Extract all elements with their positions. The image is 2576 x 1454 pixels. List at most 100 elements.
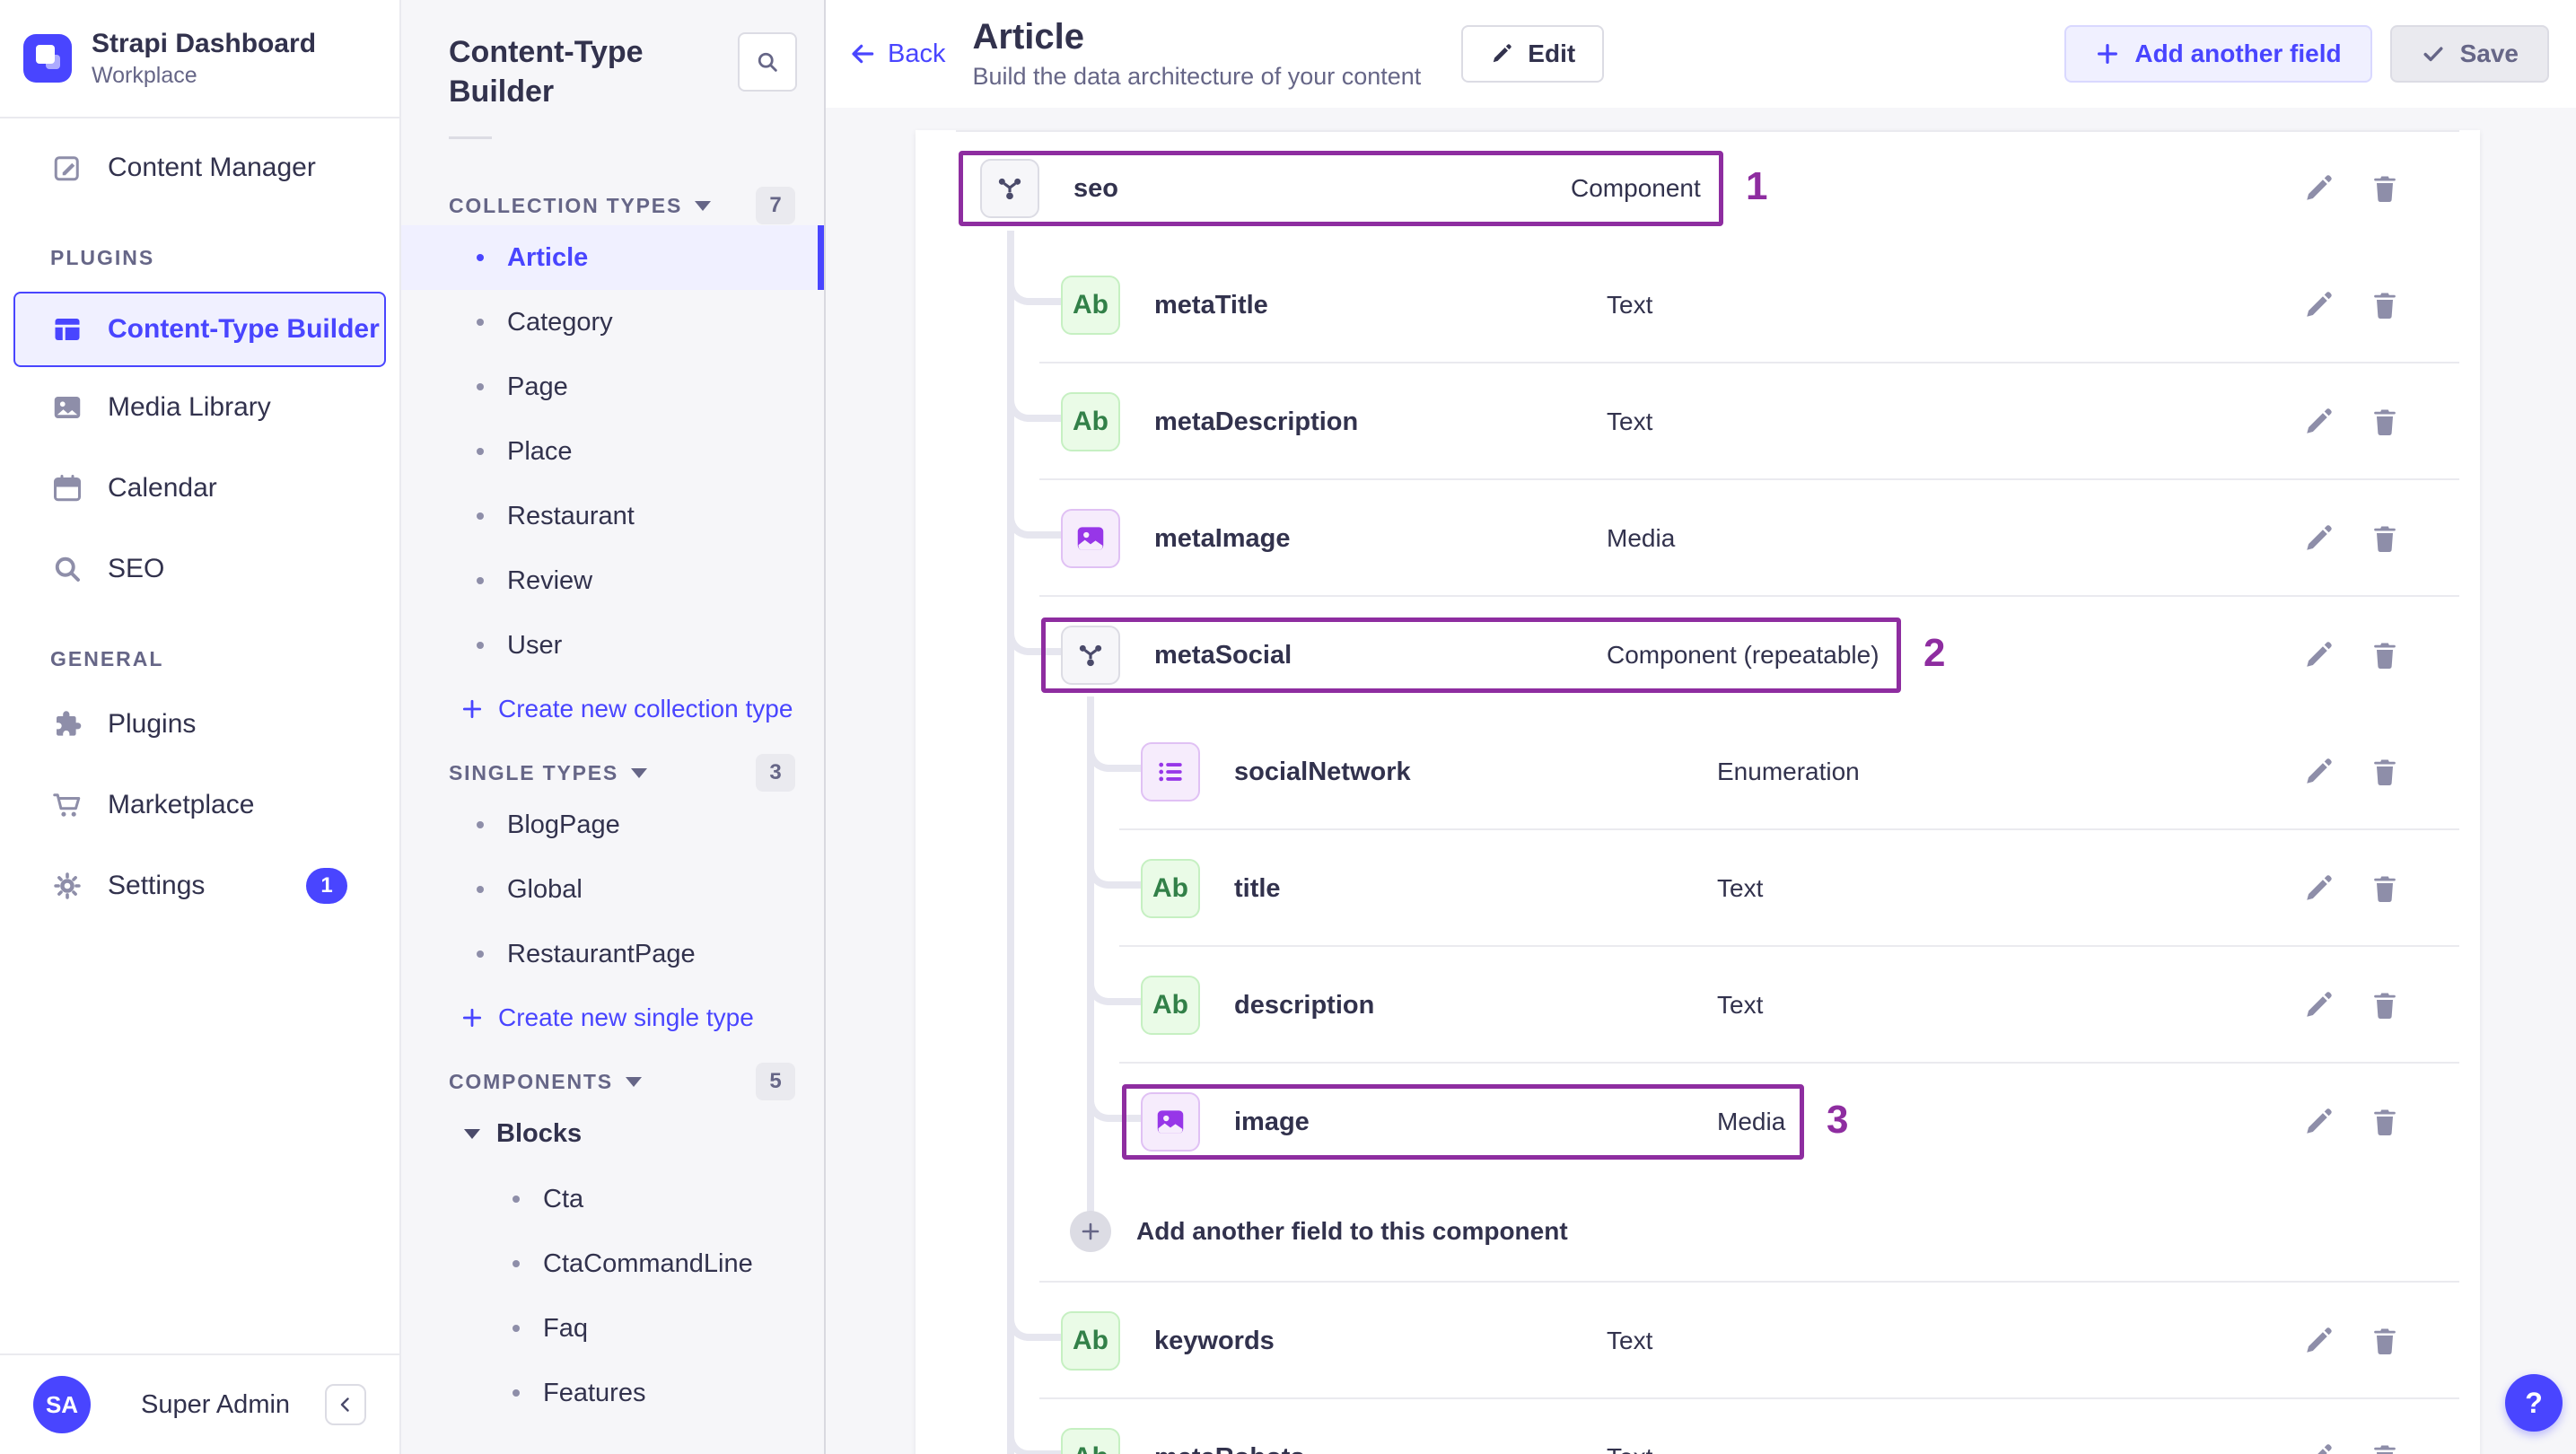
subnav-item-restaurantpage[interactable]: RestaurantPage bbox=[401, 922, 824, 986]
collapse-sidebar-button[interactable] bbox=[325, 1384, 366, 1425]
field-row-metatitle: Ab metaTitle Text bbox=[916, 247, 2480, 364]
annotation-number-1: 1 bbox=[1746, 164, 1768, 208]
subnav-item-category[interactable]: Category bbox=[401, 290, 824, 355]
collection-types-section-header[interactable]: COLLECTION TYPES 7 bbox=[401, 186, 824, 225]
edit-field-button[interactable] bbox=[2302, 1325, 2335, 1357]
sidebar-item-calendar[interactable]: Calendar bbox=[0, 448, 399, 529]
delete-field-button[interactable] bbox=[2369, 1441, 2401, 1454]
components-section-header[interactable]: COMPONENTS 5 bbox=[401, 1062, 824, 1101]
edit-field-button[interactable] bbox=[2302, 639, 2335, 671]
delete-field-button[interactable] bbox=[2369, 756, 2401, 788]
edit-field-button[interactable] bbox=[2302, 989, 2335, 1021]
bullet-icon bbox=[477, 821, 484, 828]
subnav-item-global[interactable]: Global bbox=[401, 857, 824, 922]
page-title: Article bbox=[972, 17, 1084, 57]
add-field-to-component-button[interactable] bbox=[1070, 1211, 1111, 1252]
field-name: metaSocial bbox=[1154, 640, 1292, 670]
field-name: seo bbox=[1073, 173, 1118, 203]
sidebar-item-plugins[interactable]: Plugins bbox=[0, 684, 399, 765]
bullet-icon bbox=[477, 512, 484, 520]
edit-field-button[interactable] bbox=[2302, 756, 2335, 788]
general-section-label: GENERAL bbox=[50, 647, 164, 670]
field-type: Component bbox=[1571, 174, 1701, 202]
avatar[interactable]: SA bbox=[33, 1376, 91, 1433]
sidebar-item-label: Calendar bbox=[108, 473, 217, 503]
subnav-item-ctacommandline[interactable]: CtaCommandLine bbox=[401, 1231, 824, 1296]
edit-field-button[interactable] bbox=[2302, 522, 2335, 555]
bullet-icon bbox=[513, 1196, 520, 1203]
subnav-item-features[interactable]: Features bbox=[401, 1361, 824, 1425]
edit-button[interactable]: Edit bbox=[1461, 25, 1605, 83]
sidebar-item-settings[interactable]: Settings 1 bbox=[0, 845, 399, 926]
content-area: seo Component 1 Ab metaTitle Text Ab met… bbox=[826, 108, 2576, 1454]
edit-field-button[interactable] bbox=[2302, 172, 2335, 205]
subnav-item-blogpage[interactable]: BlogPage bbox=[401, 793, 824, 857]
edit-field-button[interactable] bbox=[2302, 872, 2335, 905]
subnav-item-restaurant[interactable]: Restaurant bbox=[401, 484, 824, 548]
delete-field-button[interactable] bbox=[2369, 522, 2401, 555]
field-type: Text bbox=[1717, 874, 1764, 902]
subnav-item-page[interactable]: Page bbox=[401, 355, 824, 419]
back-button[interactable]: Back bbox=[848, 39, 945, 69]
field-row-metadescription: Ab metaDescription Text bbox=[916, 364, 2480, 480]
sidebar-item-content-type-builder[interactable]: Content-Type Builder bbox=[13, 292, 386, 367]
field-row-metarobots: Ab metaRobots Text bbox=[916, 1399, 2480, 1454]
delete-field-button[interactable] bbox=[2369, 289, 2401, 321]
strapi-app: Strapi Dashboard Workplace Content Manag… bbox=[0, 0, 2576, 1454]
subnav-item-article[interactable]: Article bbox=[401, 225, 824, 290]
field-name: image bbox=[1234, 1107, 1310, 1136]
delete-field-button[interactable] bbox=[2369, 1106, 2401, 1138]
field-row-image: image Media 3 bbox=[916, 1064, 2480, 1180]
subnav-item-cta[interactable]: Cta bbox=[401, 1167, 824, 1231]
chevron-down-icon bbox=[695, 200, 712, 211]
user-area: SA Super Admin bbox=[0, 1353, 399, 1454]
subnav-item-place[interactable]: Place bbox=[401, 419, 824, 484]
create-collection-type-link[interactable]: Create new collection type bbox=[401, 678, 824, 740]
bullet-icon bbox=[477, 950, 484, 958]
create-single-type-link[interactable]: Create new single type bbox=[401, 986, 824, 1049]
save-button[interactable]: Save bbox=[2389, 25, 2549, 83]
subnav-group-blocks[interactable]: Blocks bbox=[401, 1101, 824, 1167]
workspace-switcher[interactable]: Strapi Dashboard Workplace bbox=[0, 0, 399, 118]
layout-grid-icon bbox=[50, 312, 84, 346]
sidebar-item-media-library[interactable]: Media Library bbox=[0, 367, 399, 448]
sidebar-item-content-manager[interactable]: Content Manager bbox=[0, 127, 399, 208]
delete-field-button[interactable] bbox=[2369, 1325, 2401, 1357]
subnav-item-user[interactable]: User bbox=[401, 613, 824, 678]
delete-field-button[interactable] bbox=[2369, 989, 2401, 1021]
subnav-item-faq[interactable]: Faq bbox=[401, 1296, 824, 1361]
sidebar-item-marketplace[interactable]: Marketplace bbox=[0, 765, 399, 845]
collection-types-count: 7 bbox=[756, 187, 795, 224]
user-name: Super Admin bbox=[141, 1389, 291, 1419]
annotation-number-3: 3 bbox=[1827, 1098, 1849, 1142]
media-field-icon bbox=[1061, 509, 1120, 568]
delete-field-button[interactable] bbox=[2369, 406, 2401, 438]
edit-field-button[interactable] bbox=[2302, 406, 2335, 438]
field-name: socialNetwork bbox=[1234, 757, 1411, 786]
subnav-item-review[interactable]: Review bbox=[401, 548, 824, 613]
delete-field-button[interactable] bbox=[2369, 172, 2401, 205]
edit-field-button[interactable] bbox=[2302, 289, 2335, 321]
chevron-left-icon bbox=[340, 1397, 349, 1412]
field-type: Text bbox=[1607, 1443, 1652, 1454]
cart-icon bbox=[50, 788, 84, 822]
text-field-icon: Ab bbox=[1141, 976, 1200, 1035]
bullet-icon bbox=[513, 1260, 520, 1267]
add-another-field-button[interactable]: Add another field bbox=[2064, 25, 2372, 83]
edit-field-button[interactable] bbox=[2302, 1441, 2335, 1454]
delete-field-button[interactable] bbox=[2369, 872, 2401, 905]
field-type: Text bbox=[1607, 291, 1653, 319]
field-name: metaDescription bbox=[1154, 407, 1359, 436]
field-type: Media bbox=[1717, 1108, 1786, 1135]
help-button[interactable]: ? bbox=[2505, 1374, 2563, 1432]
bullet-icon bbox=[477, 254, 484, 261]
puzzle-icon bbox=[50, 707, 84, 741]
single-types-count: 3 bbox=[756, 754, 795, 792]
sidebar-item-label: Content Manager bbox=[108, 153, 316, 182]
single-types-section-header[interactable]: SINGLE TYPES 3 bbox=[401, 753, 824, 793]
field-name: description bbox=[1234, 990, 1375, 1020]
delete-field-button[interactable] bbox=[2369, 639, 2401, 671]
search-button[interactable] bbox=[738, 32, 797, 92]
sidebar-item-seo[interactable]: SEO bbox=[0, 529, 399, 609]
edit-field-button[interactable] bbox=[2302, 1106, 2335, 1138]
